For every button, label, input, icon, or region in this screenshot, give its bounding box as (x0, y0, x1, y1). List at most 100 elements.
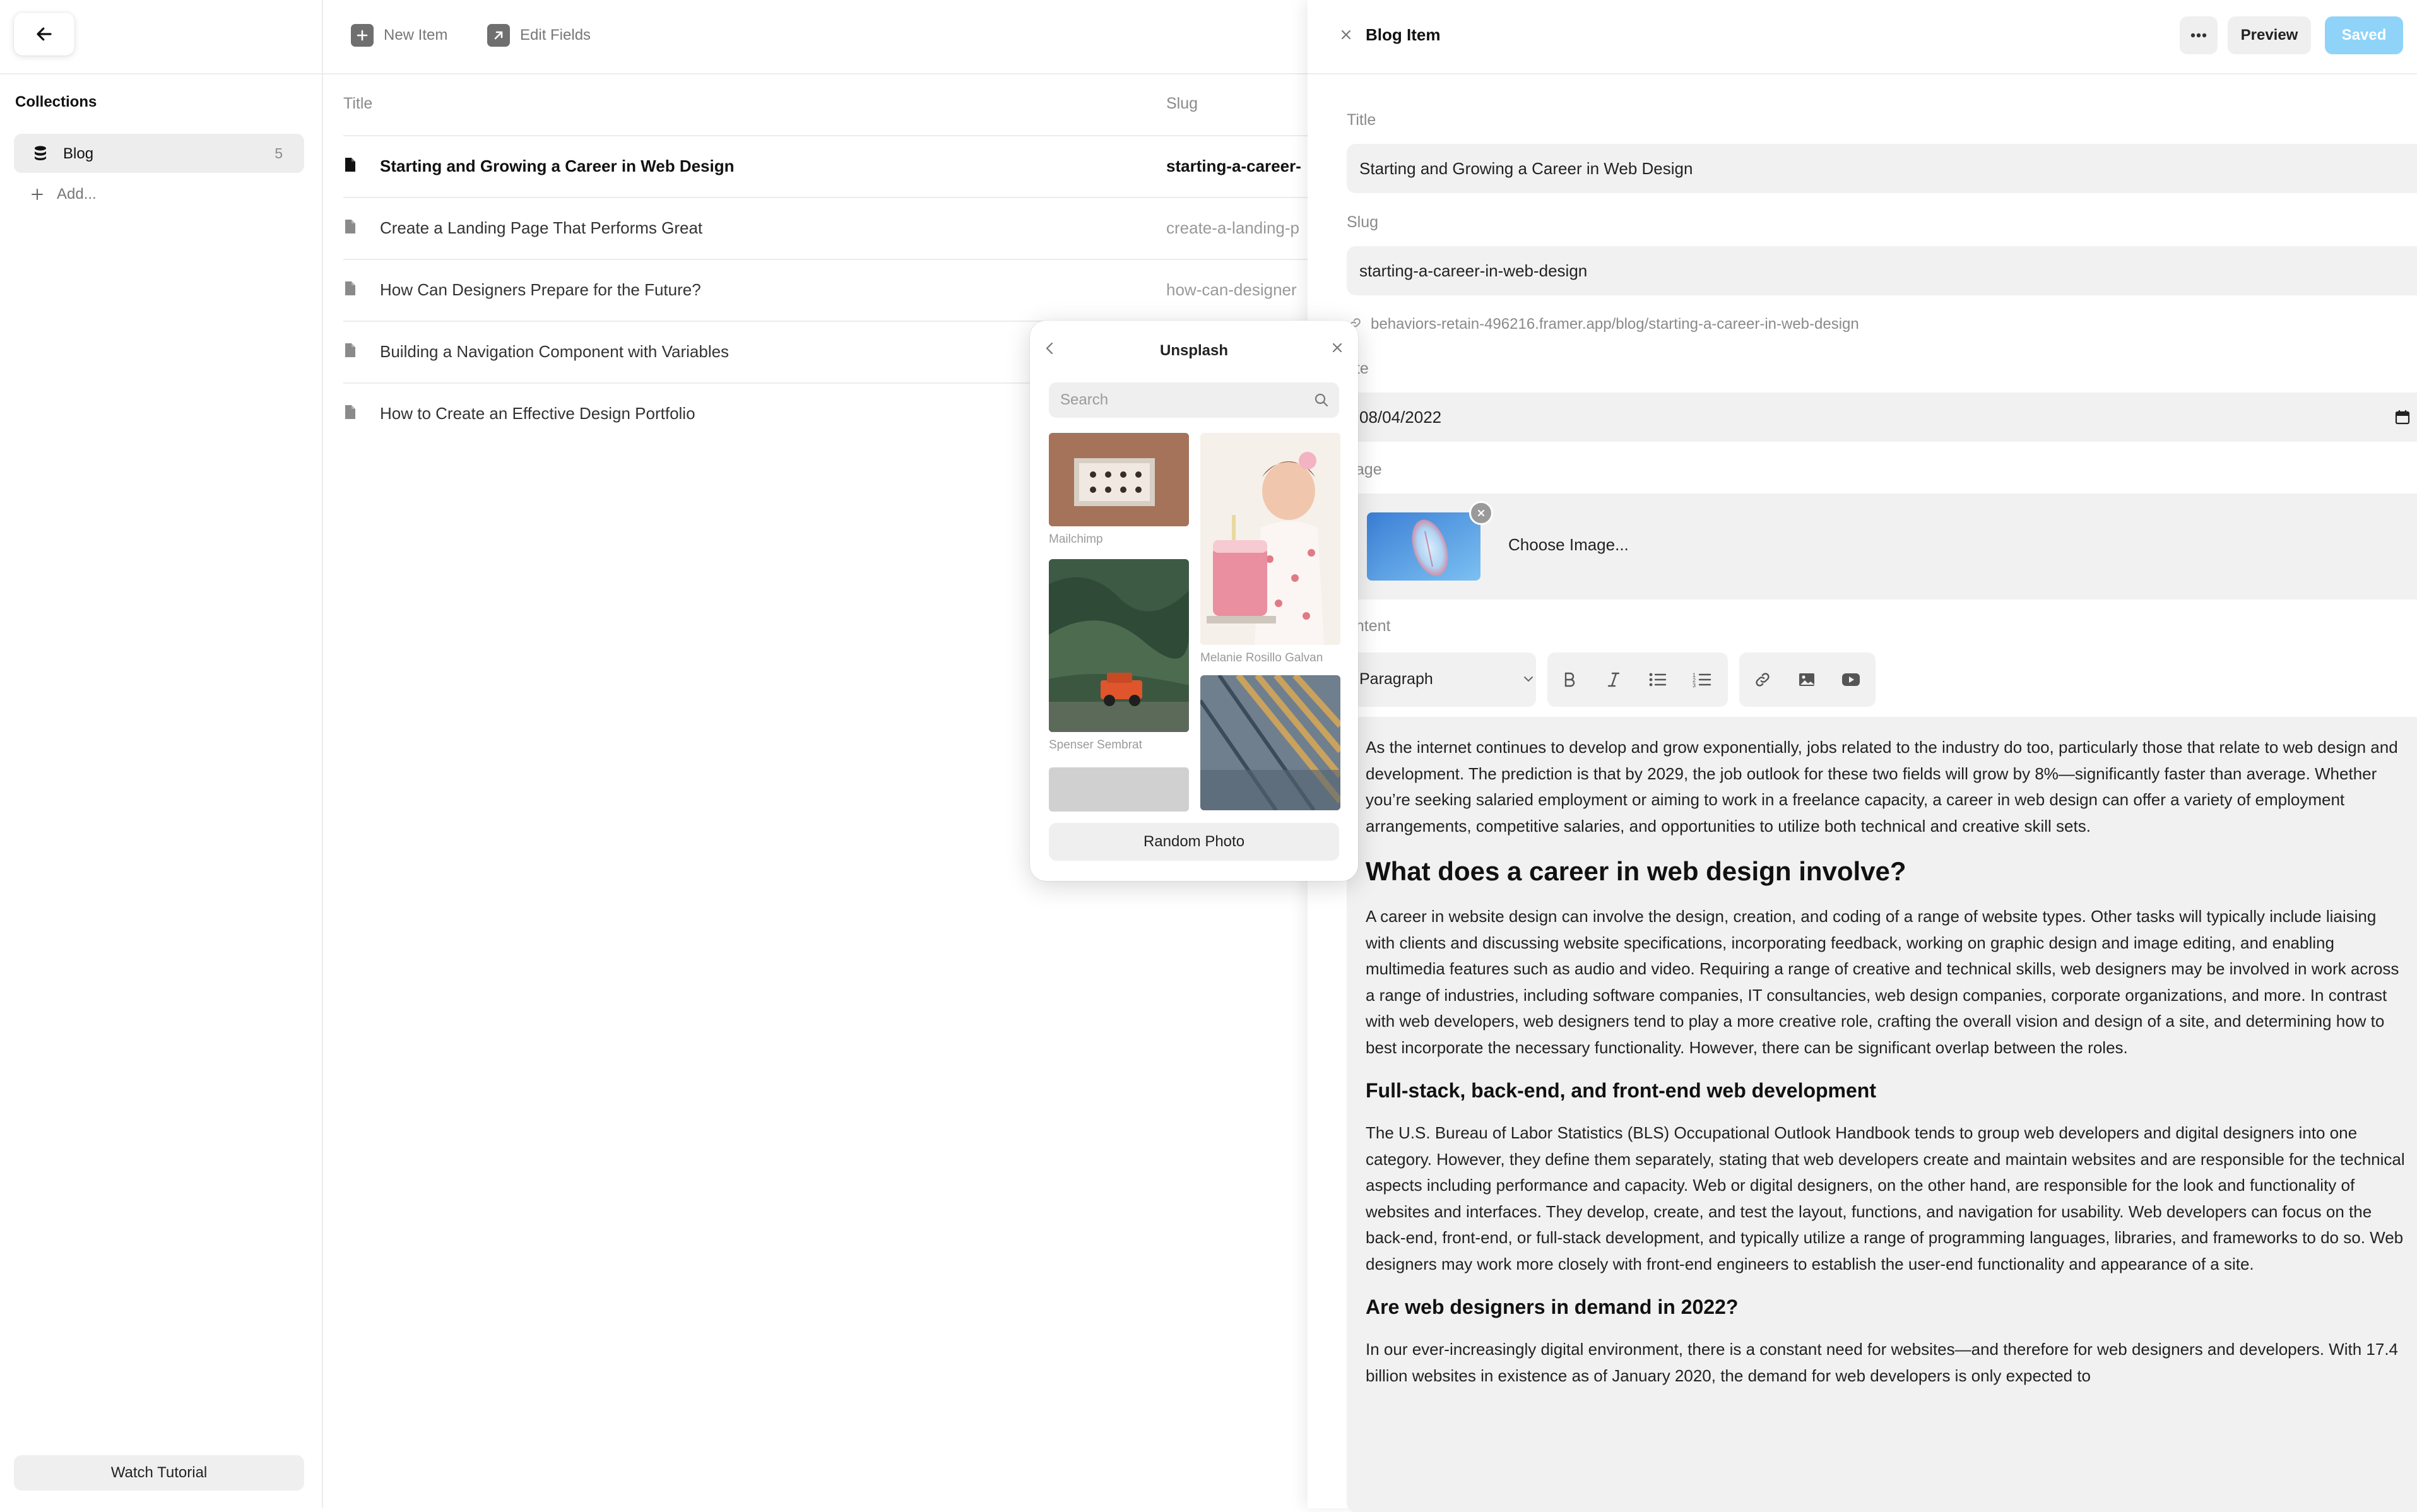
calendar-icon[interactable] (2394, 409, 2411, 425)
plus-square-icon (351, 24, 374, 47)
item-url[interactable]: behaviors-retain-496216.framer.app/blog/… (1347, 314, 1859, 334)
table-row[interactable]: How Can Designers Prepare for the Future… (323, 259, 1308, 321)
preview-button[interactable]: Preview (2228, 16, 2311, 54)
content-editor[interactable]: As the internet continues to develop and… (1347, 717, 2417, 1512)
collections-sidebar: Collections Blog 5 Add... Watch Tutorial (0, 0, 323, 1508)
content-heading: What does a career in web design involve… (1366, 856, 1906, 886)
plus-icon (30, 187, 44, 201)
bold-icon (1563, 671, 1576, 688)
title-field[interactable]: Starting and Growing a Career in Web Des… (1347, 144, 2417, 193)
photo-thumbnail[interactable] (1049, 767, 1189, 812)
document-icon (343, 157, 357, 173)
image-field: Choose Image... (1347, 493, 2417, 599)
saved-button[interactable]: Saved (2325, 16, 2403, 54)
more-options-button[interactable] (2180, 16, 2218, 54)
slug-field[interactable]: starting-a-career-in-web-design (1347, 246, 2417, 295)
random-photo-button[interactable]: Random Photo (1049, 823, 1339, 861)
svg-text:3: 3 (1693, 682, 1696, 688)
row-title: How to Create an Effective Design Portfo… (380, 404, 695, 423)
arrow-up-right-icon (487, 24, 510, 47)
numbered-list-button[interactable]: 123 (1680, 653, 1724, 707)
close-icon (1477, 509, 1486, 517)
photo-thumbnail[interactable] (1049, 433, 1189, 526)
more-horizontal-icon (2190, 33, 2207, 38)
row-title: Starting and Growing a Career in Web Des… (380, 157, 735, 175)
format-group: 123 (1547, 653, 1728, 707)
photo-credit: Spenser Sembrat (1049, 738, 1142, 752)
collection-label: Blog (63, 145, 94, 162)
add-collection-button[interactable]: Add... (30, 183, 97, 206)
content-paragraph: The U.S. Bureau of Labor Statistics (BLS… (1366, 1123, 2405, 1273)
document-icon (343, 218, 357, 235)
item-url-text: behaviors-retain-496216.framer.app/blog/… (1371, 316, 1859, 333)
row-title: Building a Navigation Component with Var… (380, 342, 730, 361)
edit-fields-label: Edit Fields (520, 27, 591, 44)
video-icon (1841, 672, 1860, 687)
close-icon[interactable] (1339, 28, 1353, 42)
database-icon (33, 145, 48, 162)
bullet-list-button[interactable] (1636, 653, 1680, 707)
photo-thumbnail[interactable] (1049, 559, 1189, 732)
table-row[interactable]: Create a Landing Page That Performs Grea… (323, 197, 1308, 259)
row-slug: create-a-landing-p (1166, 218, 1300, 237)
new-item-button[interactable]: New Item (351, 23, 447, 48)
paragraph-style-value: Paragraph (1359, 670, 1433, 688)
image-icon (1798, 671, 1816, 688)
column-header-slug[interactable]: Slug (1166, 95, 1198, 113)
date-value: 08/04/2022 (1359, 407, 1442, 427)
unsplash-title: Unsplash (1159, 342, 1229, 359)
divider (1308, 73, 2417, 74)
photo-thumbnail[interactable] (1200, 675, 1340, 810)
insert-video-button[interactable] (1829, 653, 1873, 707)
row-divider (343, 259, 1308, 260)
unsplash-search[interactable] (1049, 382, 1339, 418)
content-subheading: Full-stack, back-end, and front-end web … (1366, 1079, 1876, 1102)
chevron-down-icon (1523, 675, 1534, 683)
column-header-title[interactable]: Title (343, 95, 372, 113)
row-divider (343, 197, 1308, 198)
close-icon[interactable] (1330, 341, 1344, 355)
content-subheading: Are web designers in demand in 2022? (1366, 1296, 1739, 1318)
watch-tutorial-button[interactable]: Watch Tutorial (14, 1455, 304, 1491)
edit-fields-button[interactable]: Edit Fields (487, 23, 591, 48)
back-button[interactable] (14, 13, 74, 56)
date-field[interactable]: 08/04/2022 (1347, 393, 2417, 442)
row-title: How Can Designers Prepare for the Future… (380, 280, 701, 299)
search-input[interactable] (1049, 382, 1301, 418)
remove-image-button[interactable] (1469, 501, 1493, 525)
editor-title: Blog Item (1366, 25, 1441, 44)
search-icon (1314, 393, 1329, 408)
link-icon (1754, 671, 1771, 688)
document-icon (343, 342, 357, 358)
insert-image-button[interactable] (1785, 653, 1829, 707)
photo-credit: Mailchimp (1049, 533, 1103, 546)
selected-image-thumbnail[interactable] (1367, 512, 1480, 581)
collection-count: 5 (275, 145, 283, 162)
paragraph-style-select[interactable]: Paragraph (1347, 653, 1536, 707)
numbered-list-icon: 123 (1693, 671, 1711, 688)
row-slug: how-can-designer (1166, 280, 1297, 299)
table-row[interactable]: Starting and Growing a Career in Web Des… (323, 135, 1308, 197)
italic-button[interactable] (1592, 653, 1636, 707)
content-paragraph: In our ever-increasingly digital environ… (1366, 1340, 2399, 1385)
row-divider (343, 135, 1308, 136)
divider (0, 73, 322, 74)
divider (323, 73, 1308, 74)
photo-thumbnail[interactable] (1200, 433, 1340, 645)
insert-group (1739, 653, 1876, 707)
bullet-list-icon (1649, 672, 1667, 687)
content-paragraph: A career in website design can involve t… (1366, 907, 2399, 1057)
title-field-label: Title (1347, 111, 1376, 129)
document-icon (343, 280, 357, 297)
collection-item-blog[interactable]: Blog 5 (14, 134, 304, 173)
row-title: Create a Landing Page That Performs Grea… (380, 218, 703, 237)
content-paragraph: As the internet continues to develop and… (1366, 738, 2398, 836)
bold-button[interactable] (1547, 653, 1592, 707)
unsplash-picker: Unsplash Mailchimp (1030, 321, 1358, 881)
row-slug: starting-a-career- (1166, 157, 1301, 175)
italic-icon (1607, 671, 1621, 688)
choose-image-button[interactable]: Choose Image... (1508, 535, 1629, 555)
blog-item-editor: Blog Item Preview Saved Title Starting a… (1308, 0, 2417, 1512)
document-icon (343, 404, 357, 420)
insert-link-button[interactable] (1740, 653, 1785, 707)
